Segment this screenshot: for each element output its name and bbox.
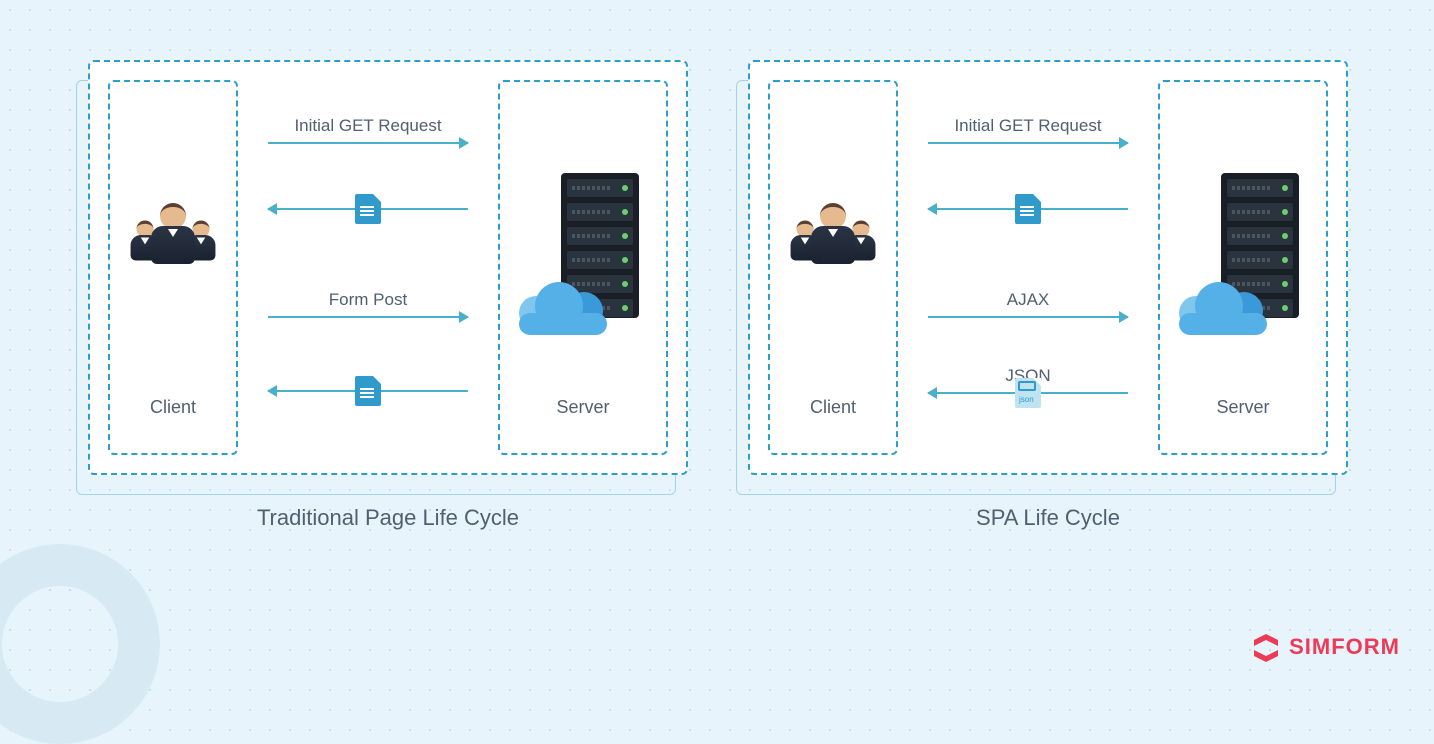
document-icon	[355, 376, 381, 406]
document-icon	[1015, 194, 1041, 224]
panel-body: Client Initial GET Request Form Post	[88, 60, 688, 475]
cloud-icon	[1177, 280, 1277, 335]
flow-column: Initial GET Request Form Post	[268, 80, 468, 455]
diagram-panels: Client Initial GET Request Form Post	[88, 60, 1348, 475]
arrow-ajax: AJAX	[928, 290, 1128, 318]
brand-logo: SIMFORM	[1251, 632, 1400, 662]
arrow-label: Form Post	[329, 290, 407, 310]
users-icon	[128, 203, 218, 283]
server-icon	[523, 173, 643, 333]
json-file-icon	[1015, 378, 1041, 408]
brand-name: SIMFORM	[1289, 634, 1400, 660]
document-icon	[355, 194, 381, 224]
arrow-label: AJAX	[1007, 290, 1050, 310]
arrow-json-response: JSON	[928, 366, 1128, 394]
arrow-html-response-2	[268, 390, 468, 392]
users-icon	[788, 203, 878, 283]
arrow-form-post: Form Post	[268, 290, 468, 318]
panel-traditional: Client Initial GET Request Form Post	[88, 60, 688, 475]
server-box: Server	[1158, 80, 1328, 455]
panel-spa: Client Initial GET Request AJAX JSON	[748, 60, 1348, 475]
server-label: Server	[1216, 397, 1269, 418]
arrow-label: Initial GET Request	[294, 116, 441, 136]
caption-spa: SPA Life Cycle	[748, 505, 1348, 531]
arrow-initial-get: Initial GET Request	[268, 116, 468, 144]
client-box: Client	[108, 80, 238, 455]
client-label: Client	[810, 397, 856, 418]
server-label: Server	[556, 397, 609, 418]
flow-column: Initial GET Request AJAX JSON	[928, 80, 1128, 455]
arrow-html-response	[268, 208, 468, 210]
decorative-ring	[0, 544, 160, 744]
server-icon	[1183, 173, 1303, 333]
panel-body: Client Initial GET Request AJAX JSON	[748, 60, 1348, 475]
server-box: Server	[498, 80, 668, 455]
brand-mark-icon	[1251, 632, 1281, 662]
client-label: Client	[150, 397, 196, 418]
arrow-label: Initial GET Request	[954, 116, 1101, 136]
client-box: Client	[768, 80, 898, 455]
arrow-html-response	[928, 208, 1128, 210]
arrow-initial-get: Initial GET Request	[928, 116, 1128, 144]
cloud-icon	[517, 280, 617, 335]
caption-traditional: Traditional Page Life Cycle	[88, 505, 688, 531]
